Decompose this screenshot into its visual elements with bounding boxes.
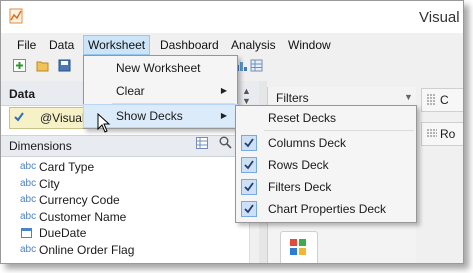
title-bar: Visual xyxy=(1,1,463,33)
dimension-label: Customer Name xyxy=(39,209,127,224)
menu-analysis[interactable]: Analysis xyxy=(227,35,280,55)
list-item[interactable]: abc Card Type xyxy=(1,159,249,176)
menu-bar: File Data Worksheet Dashboard Analysis W… xyxy=(1,35,463,55)
menu-item-chart-properties-deck[interactable]: Chart Properties Deck xyxy=(236,198,416,220)
menu-item-label: Chart Properties Deck xyxy=(268,202,387,216)
list-item[interactable]: abc City xyxy=(1,176,249,193)
string-type-icon: abc xyxy=(20,177,37,189)
menu-item-new-worksheet[interactable]: New Worksheet xyxy=(84,57,237,79)
checkmark-icon xyxy=(241,179,257,195)
dimension-label: Currency Code xyxy=(39,193,120,207)
submenu-arrow-icon: ▶ xyxy=(220,86,227,95)
menu-dashboard[interactable]: Dashboard xyxy=(156,35,223,55)
checkmark-icon xyxy=(241,157,257,173)
checkmark-icon xyxy=(241,201,257,217)
menu-item-label: Columns Deck xyxy=(268,136,347,150)
app-chart-icon xyxy=(9,8,23,24)
table-view-icon[interactable] xyxy=(196,137,208,149)
window-title: Visual xyxy=(419,9,460,26)
dimensions-header: Dimensions xyxy=(1,135,249,157)
submenu-arrow-icon: ▶ xyxy=(220,111,227,120)
columns-shelf[interactable]: C xyxy=(421,88,463,112)
menu-file[interactable]: File xyxy=(13,35,40,55)
list-item[interactable]: abc Customer Name xyxy=(1,209,249,226)
menu-item-label: New Worksheet xyxy=(116,61,201,75)
menu-item-clear[interactable]: Clear ▶ xyxy=(84,80,237,102)
app-window: Visual File Data Worksheet Dashboard Ana… xyxy=(0,0,464,264)
menu-item-reset-decks[interactable]: Reset Decks xyxy=(236,107,416,129)
chart-type-tile[interactable] xyxy=(280,231,318,263)
dimension-label: Online Order Flag xyxy=(39,242,135,257)
date-type-icon xyxy=(21,228,32,238)
mouse-cursor-icon xyxy=(97,113,111,133)
string-type-icon: abc xyxy=(20,210,37,222)
list-item[interactable]: DueDate xyxy=(1,225,249,242)
string-type-icon: abc xyxy=(20,161,37,172)
open-folder-icon[interactable] xyxy=(36,59,49,72)
dimension-label: DueDate xyxy=(39,226,87,240)
search-icon[interactable] xyxy=(219,136,232,149)
show-decks-submenu: Reset Decks Columns Deck Rows Deck Filte… xyxy=(235,105,417,223)
toolbar-table-icon[interactable] xyxy=(250,59,263,72)
list-item[interactable]: abc Currency Code xyxy=(1,192,249,209)
filters-label: Filters xyxy=(276,91,309,105)
menu-data[interactable]: Data xyxy=(45,35,78,55)
menu-separator xyxy=(112,103,235,104)
rows-icon xyxy=(427,129,437,137)
string-type-icon: abc xyxy=(20,243,37,255)
new-plus-icon[interactable] xyxy=(13,59,26,72)
dimension-label: Card Type xyxy=(39,160,95,174)
menu-item-label: Clear xyxy=(116,84,145,98)
columns-shelf-label: C xyxy=(440,93,449,107)
checkmark-icon xyxy=(241,135,257,151)
rows-shelf[interactable]: Ro xyxy=(421,122,463,146)
menu-item-label: Rows Deck xyxy=(268,158,329,172)
columns-icon xyxy=(427,94,435,105)
chevron-down-icon[interactable]: ▼ xyxy=(404,92,413,102)
save-icon[interactable] xyxy=(58,59,71,72)
menu-window[interactable]: Window xyxy=(284,35,335,55)
dimensions-label: Dimensions xyxy=(9,139,72,153)
dimension-label: City xyxy=(39,176,60,191)
menu-separator xyxy=(264,130,414,131)
menu-item-label: Reset Decks xyxy=(268,111,337,125)
list-item[interactable]: abc Online Order Flag xyxy=(1,242,249,259)
rows-shelf-label: Ro xyxy=(440,127,456,141)
dimensions-list: abc Card Type abc City abc Currency Code… xyxy=(1,159,249,258)
collapse-arrows-icon[interactable]: ▲ ▼ xyxy=(242,86,251,106)
menu-item-label: Filters Deck xyxy=(268,180,332,194)
menu-item-rows-deck[interactable]: Rows Deck xyxy=(236,154,416,176)
menu-item-label: Show Decks xyxy=(116,109,183,123)
menu-item-filters-deck[interactable]: Filters Deck xyxy=(236,176,416,198)
data-panel-title: Data xyxy=(9,87,36,101)
datasource-check-icon xyxy=(14,112,24,122)
menu-item-columns-deck[interactable]: Columns Deck xyxy=(236,132,416,154)
color-grid-icon xyxy=(290,239,306,255)
menu-worksheet[interactable]: Worksheet xyxy=(83,35,151,55)
string-type-icon: abc xyxy=(20,194,37,205)
